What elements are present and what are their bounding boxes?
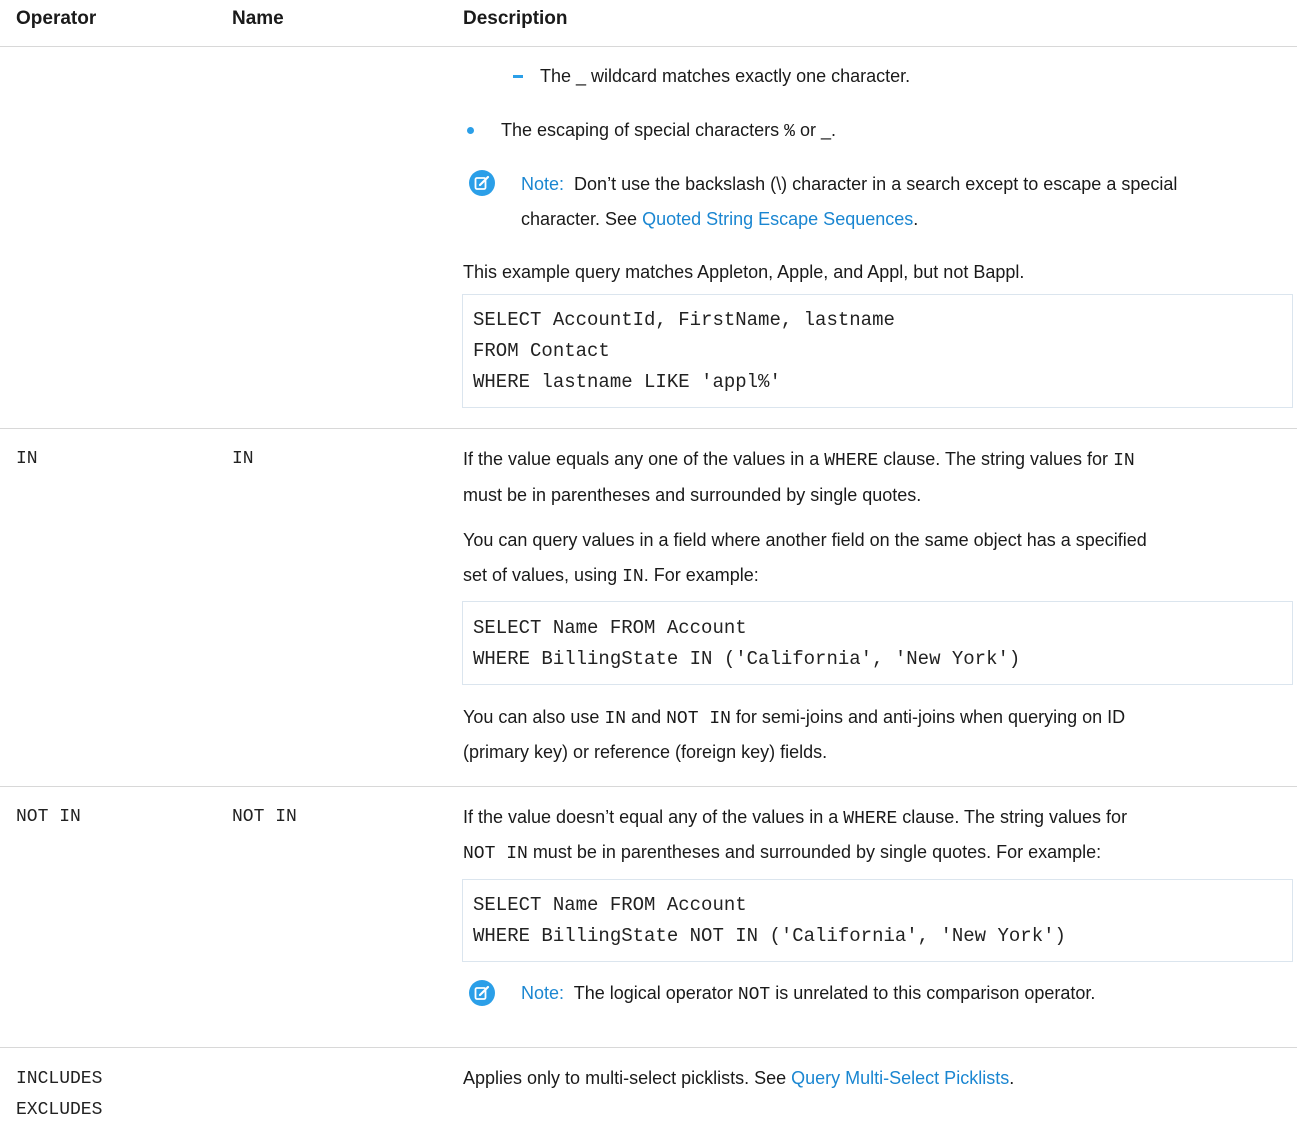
in-desc-line-3: You can query values in a field where an… (463, 530, 1147, 550)
row-divider (0, 786, 1297, 787)
in-desc-line-1: If the value equals any one of the value… (463, 449, 1135, 471)
not-in-desc-line-1: If the value doesn’t equal any of the va… (463, 807, 1128, 829)
code-line: SELECT Name FROM Account (473, 894, 747, 916)
code-block-like: SELECT AccountId, FirstName, lastname FR… (462, 294, 1293, 408)
note-line-2: character. See Quoted String Escape Sequ… (521, 209, 919, 229)
code-line: SELECT AccountId, FirstName, lastname (473, 309, 895, 331)
bullet-dot (467, 127, 474, 134)
note-icon (469, 170, 495, 196)
sub-bullet-dash (513, 75, 523, 78)
operator-excludes: EXCLUDES (16, 1100, 103, 1120)
example-text: This example query matches Appleton, App… (463, 262, 1025, 282)
in-desc-line-6: (primary key) or reference (foreign key)… (463, 742, 828, 762)
operator-in: IN (16, 449, 38, 469)
bullet-text: The escaping of special characters % or … (501, 120, 836, 142)
sub-bullet-text: The _ wildcard matches exactly one chara… (540, 66, 911, 86)
in-desc-line-2: must be in parentheses and surrounded by… (463, 485, 922, 505)
in-desc-line-5: You can also use IN and NOT IN for semi-… (463, 707, 1126, 729)
row-divider (0, 1047, 1297, 1048)
code-block-in: SELECT Name FROM Account WHERE BillingSt… (462, 601, 1293, 685)
name-in: IN (232, 449, 254, 469)
not-in-note: Note: The logical operator NOT is unrela… (521, 983, 1096, 1005)
includes-desc: Applies only to multi-select picklists. … (463, 1068, 1015, 1088)
code-line: WHERE BillingState NOT IN ('California',… (473, 925, 1066, 947)
code-line: WHERE BillingState IN ('California', 'Ne… (473, 648, 1021, 670)
in-desc-line-4: set of values, using IN. For example: (463, 565, 759, 587)
header-operator: Operator (16, 8, 97, 29)
note-line-1: Note: Don’t use the backslash (\) charac… (521, 174, 1178, 194)
row-divider (0, 428, 1297, 429)
operator-not-in: NOT IN (16, 807, 81, 827)
table-header: Operator Name Description (0, 0, 1297, 47)
code-block-not-in: SELECT Name FROM Account WHERE BillingSt… (462, 879, 1293, 962)
code-line: FROM Contact (473, 340, 610, 362)
query-multi-select-picklists-link[interactable]: Query Multi-Select Picklists (791, 1068, 1009, 1088)
note-icon (469, 980, 495, 1006)
quoted-string-escape-link[interactable]: Quoted String Escape Sequences (642, 209, 913, 229)
operator-includes: INCLUDES (16, 1069, 103, 1089)
header-description: Description (463, 8, 568, 29)
name-not-in: NOT IN (232, 807, 297, 827)
code-line: WHERE lastname LIKE 'appl%' (473, 371, 781, 393)
not-in-desc-line-2: NOT IN must be in parentheses and surrou… (463, 842, 1102, 864)
header-name: Name (232, 8, 284, 29)
code-line: SELECT Name FROM Account (473, 617, 747, 639)
